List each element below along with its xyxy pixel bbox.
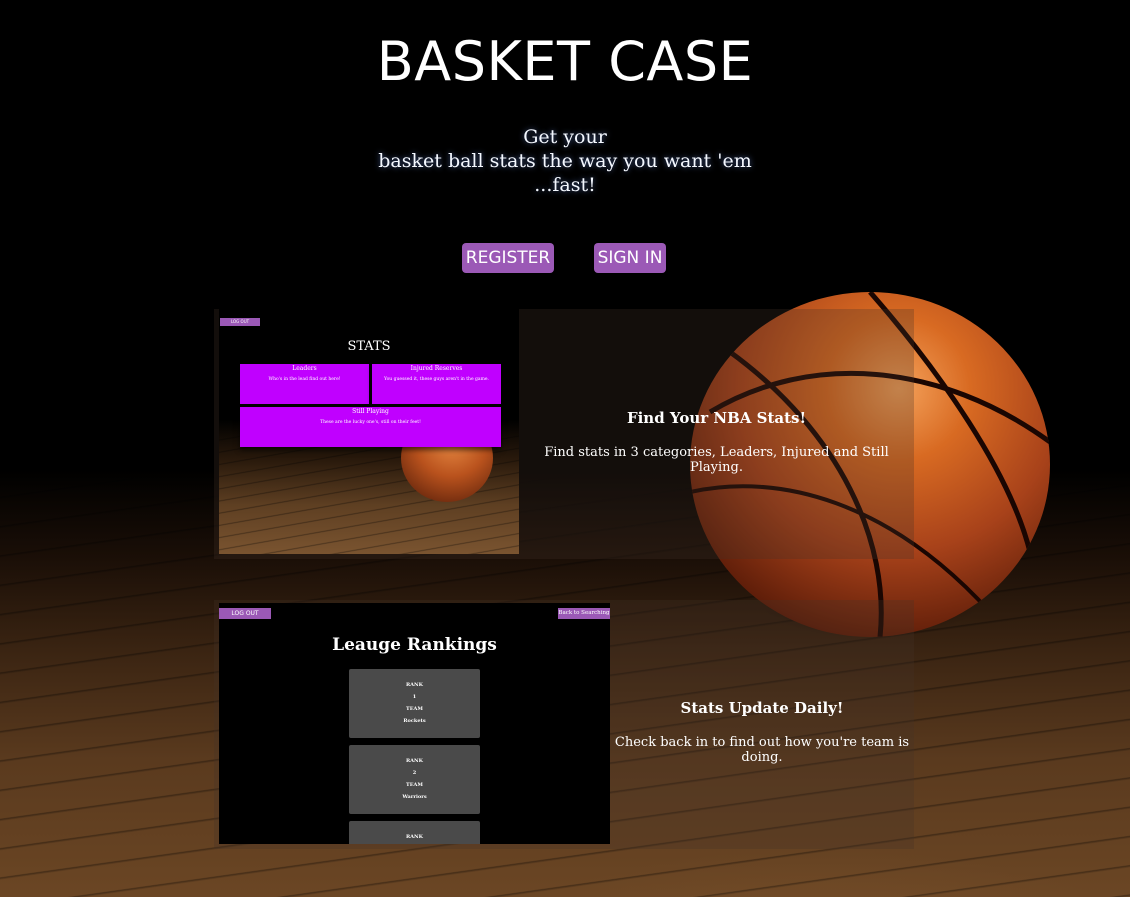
- feature-panel-rankings: LOG OUT Back to Searching Leauge Ranking…: [214, 600, 914, 849]
- preview-back-button: Back to Searching: [558, 608, 610, 619]
- preview-still-playing-box: Still Playing These are the lucky one's,…: [240, 407, 501, 447]
- tagline-line: basket ball stats the way you want 'em: [378, 150, 752, 172]
- preview-leaders-box: Leaders Who's in the lead find out here!: [240, 364, 369, 404]
- feature-text: Stats Update Daily! Check back in to fin…: [610, 699, 914, 765]
- sign-in-button[interactable]: SIGN IN: [594, 243, 666, 273]
- team-value: Warriors: [402, 794, 427, 800]
- rank-value: 1: [412, 694, 417, 700]
- preview-box-title: Injured Reserves: [410, 365, 463, 372]
- preview-box-title: Still Playing: [352, 408, 389, 415]
- preview-box-text: Who's in the lead find out here!: [268, 377, 341, 382]
- feature-description: Find stats in 3 categories, Leaders, Inj…: [544, 445, 889, 475]
- rank-label: RANK: [406, 682, 423, 688]
- register-button[interactable]: REGISTER: [462, 243, 554, 273]
- feature-panel-stats: LOG OUT STATS Leaders Who's in the lead …: [214, 309, 914, 559]
- preview-injured-box: Injured Reserves You guessed it, these g…: [372, 364, 501, 404]
- preview-rank-card: RANK: [349, 821, 480, 844]
- rank-label: RANK: [406, 758, 423, 764]
- rank-label: RANK: [406, 834, 423, 840]
- team-value: Rockets: [403, 718, 426, 724]
- feature-description: Check back in to find out how you're tea…: [614, 735, 910, 765]
- stats-preview-screenshot: LOG OUT STATS Leaders Who's in the lead …: [219, 309, 519, 554]
- preview-box-title: Leaders: [292, 365, 317, 372]
- feature-heading: Find Your NBA Stats!: [626, 409, 807, 427]
- team-label: TEAM: [406, 706, 423, 712]
- preview-box-text: These are the lucky one's, still on thei…: [320, 420, 421, 425]
- preview-rank-card: RANK 1 TEAM Rockets: [349, 669, 480, 738]
- feature-text: Find Your NBA Stats! Find stats in 3 cat…: [519, 409, 914, 475]
- rank-value: 2: [412, 770, 417, 776]
- team-label: TEAM: [406, 782, 423, 788]
- feature-heading: Stats Update Daily!: [680, 699, 844, 717]
- preview-box-text: You guessed it, these guys aren't in the…: [384, 377, 489, 382]
- tagline-line: ...fast!: [534, 174, 596, 196]
- preview-rankings-title: Leauge Rankings: [332, 635, 497, 655]
- preview-rank-card: RANK 2 TEAM Warriors: [349, 745, 480, 814]
- page-title: BASKET CASE: [376, 30, 754, 93]
- preview-logout-button: LOG OUT: [220, 318, 260, 326]
- preview-logout-button: LOG OUT: [219, 608, 271, 619]
- tagline-line: Get your: [523, 126, 607, 148]
- rankings-preview-screenshot: LOG OUT Back to Searching Leauge Ranking…: [219, 603, 610, 844]
- preview-stats-title: STATS: [347, 339, 391, 354]
- tagline: Get your basket ball stats the way you w…: [0, 125, 1130, 197]
